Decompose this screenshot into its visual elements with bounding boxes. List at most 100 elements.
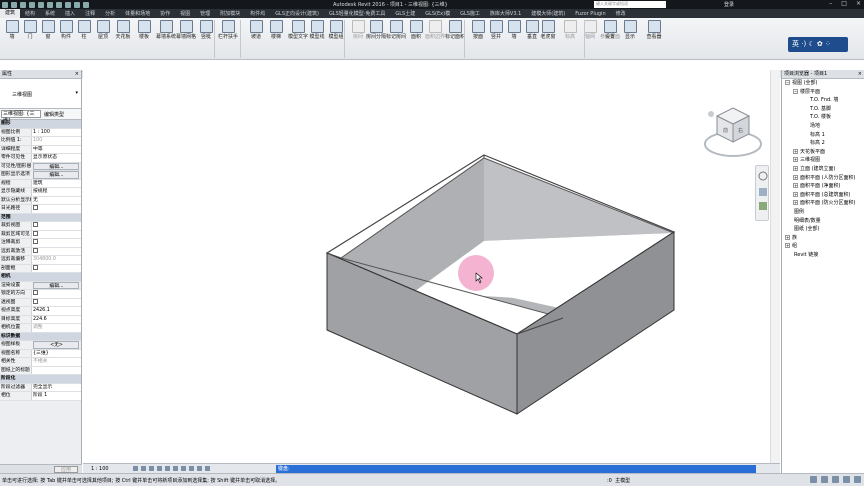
navigation-bar[interactable] (755, 165, 769, 221)
search-input[interactable]: 键入关键字或短语 (594, 1, 666, 8)
visual-style-icon[interactable] (141, 466, 146, 471)
ribbon-button-7[interactable]: 楼板 (134, 20, 154, 40)
property-value[interactable]: 无 (31, 196, 81, 204)
measure-icon[interactable] (56, 1, 62, 8)
unlock-3d-icon[interactable] (189, 466, 194, 471)
expand-toggle-icon[interactable]: + (793, 191, 798, 197)
expand-toggle-icon[interactable]: − (793, 88, 798, 94)
expand-toggle-icon[interactable]: + (793, 165, 798, 171)
tab-19[interactable]: Fuzor Plugin (570, 11, 610, 17)
ribbon-button-6[interactable]: 天花板 (113, 20, 133, 40)
property-value[interactable]: 224.6 (31, 315, 81, 323)
tab-2[interactable]: 系统 (40, 10, 60, 17)
close-icon[interactable]: × (858, 70, 862, 79)
property-value[interactable]: 2426.1 (31, 307, 81, 315)
tree-item[interactable]: 图纸 (全部) (782, 225, 864, 234)
3d-model-view[interactable] (83, 70, 780, 463)
tab-14[interactable]: GLS土建 (390, 10, 420, 17)
tree-item[interactable]: T.O. 楼板 (782, 113, 864, 122)
pan-icon[interactable] (759, 202, 767, 210)
property-value[interactable]: <无> (33, 341, 79, 349)
print-icon[interactable] (47, 1, 53, 8)
checkbox[interactable] (33, 239, 38, 244)
undo-icon[interactable] (29, 1, 35, 8)
tree-item[interactable]: 图例 (782, 208, 864, 217)
type-selector[interactable]: 三维视图 ▾ (0, 79, 81, 109)
tree-item[interactable]: + 组 (782, 242, 864, 251)
ribbon-button-14[interactable]: 模型文字 (288, 20, 308, 40)
ribbon-button-5[interactable]: 屋顶 (93, 20, 113, 40)
ribbon-button-2[interactable]: 窗 (38, 20, 58, 40)
ribbon-button-19[interactable]: 标记房间 (386, 20, 406, 40)
detail-level-icon[interactable] (133, 466, 138, 471)
tree-item[interactable]: 标高 2 (782, 139, 864, 148)
tree-item[interactable]: − 视图 (全部) (782, 79, 864, 88)
close-icon[interactable]: × (856, 0, 861, 7)
worksets-icon[interactable] (810, 476, 817, 483)
expand-toggle-icon[interactable]: + (785, 243, 790, 249)
ribbon-button-17[interactable]: 房间 (348, 20, 368, 40)
zoom-icon[interactable] (759, 188, 767, 196)
viewcube-icon[interactable]: 前 右 (701, 102, 765, 162)
crop-view-icon[interactable] (173, 466, 178, 471)
minimize-icon[interactable]: – (829, 0, 832, 7)
property-value[interactable] (31, 298, 81, 306)
property-value[interactable]: 阶段 1 (31, 392, 81, 400)
ribbon-button-12[interactable]: 坡道 (246, 20, 266, 40)
shadows-icon[interactable] (157, 466, 162, 471)
ribbon-button-31[interactable]: 设置 (600, 20, 620, 40)
tab-15[interactable]: GLS(Ex)模 (420, 10, 455, 17)
ribbon-button-23[interactable]: 按面 (468, 20, 488, 40)
tab-1[interactable]: 结构 (20, 10, 40, 17)
tree-item[interactable]: 明细表/数量 (782, 217, 864, 226)
property-value[interactable] (31, 366, 81, 374)
property-value[interactable]: 编辑... (33, 162, 79, 170)
tree-item[interactable]: + 族 (782, 234, 864, 243)
property-value[interactable]: 建筑 (31, 179, 81, 187)
tree-item[interactable]: 场地 (782, 122, 864, 131)
tab-9[interactable]: 管理 (195, 10, 215, 17)
property-value[interactable]: 编辑... (33, 281, 79, 289)
design-options-icon[interactable] (821, 476, 828, 483)
tab-3[interactable]: 插入 (60, 10, 80, 17)
save-icon[interactable] (20, 1, 26, 8)
expand-toggle-icon[interactable]: + (785, 234, 790, 240)
instance-dropdown[interactable]: 三维视图: {三维} (1, 110, 41, 124)
expand-toggle-icon[interactable]: + (793, 157, 798, 163)
ribbon-button-25[interactable]: 墙 (504, 20, 524, 40)
tree-item[interactable]: + 天花板平面 (782, 148, 864, 157)
app-menu-icon[interactable] (2, 1, 8, 8)
ribbon-button-24[interactable]: 竖井 (486, 20, 506, 40)
ribbon-button-4[interactable]: 柱 (74, 20, 94, 40)
steering-wheel-icon[interactable] (758, 171, 768, 181)
apply-button[interactable]: 应用 (54, 466, 78, 473)
checkbox[interactable] (33, 205, 38, 210)
tab-8[interactable]: 视图 (175, 10, 195, 17)
tab-16[interactable]: GLS施工 (455, 10, 485, 17)
temp-hide-icon[interactable] (197, 466, 202, 471)
property-value[interactable]: {三维} (31, 349, 81, 357)
tab-4[interactable]: 注释 (80, 10, 100, 17)
tab-0[interactable]: 建筑 (0, 9, 21, 18)
property-value[interactable] (31, 230, 81, 238)
property-value[interactable] (31, 239, 81, 247)
tree-item[interactable]: − 楼层平面 (782, 88, 864, 97)
expand-toggle-icon[interactable]: + (793, 183, 798, 189)
tree-item[interactable]: Revit 链接 (782, 251, 864, 260)
property-value[interactable] (31, 264, 81, 272)
checkbox[interactable] (33, 230, 38, 236)
tree-item[interactable]: + 三维视图 (782, 156, 864, 165)
ribbon-button-22[interactable]: 标记面积 (445, 20, 465, 40)
view-scale[interactable]: 1 : 100 (83, 466, 133, 472)
ribbon-button-18[interactable]: 房间分隔 (366, 20, 386, 40)
tab-10[interactable]: 附加模块 (215, 10, 245, 17)
ribbon-button-33[interactable]: 查看器 (644, 20, 664, 40)
ribbon-button-29[interactable]: 轴网 (580, 20, 600, 40)
ribbon-button-28[interactable]: 标高 (560, 20, 580, 40)
filter-icon[interactable] (854, 476, 861, 483)
property-value[interactable]: 中等 (31, 145, 81, 153)
tab-11[interactable]: 构件坞 (245, 10, 270, 17)
ribbon-button-13[interactable]: 楼梯 (266, 20, 286, 40)
tree-item[interactable]: + 面积平面 (人防分区面积) (782, 174, 864, 183)
maximize-icon[interactable]: □ (841, 0, 847, 7)
